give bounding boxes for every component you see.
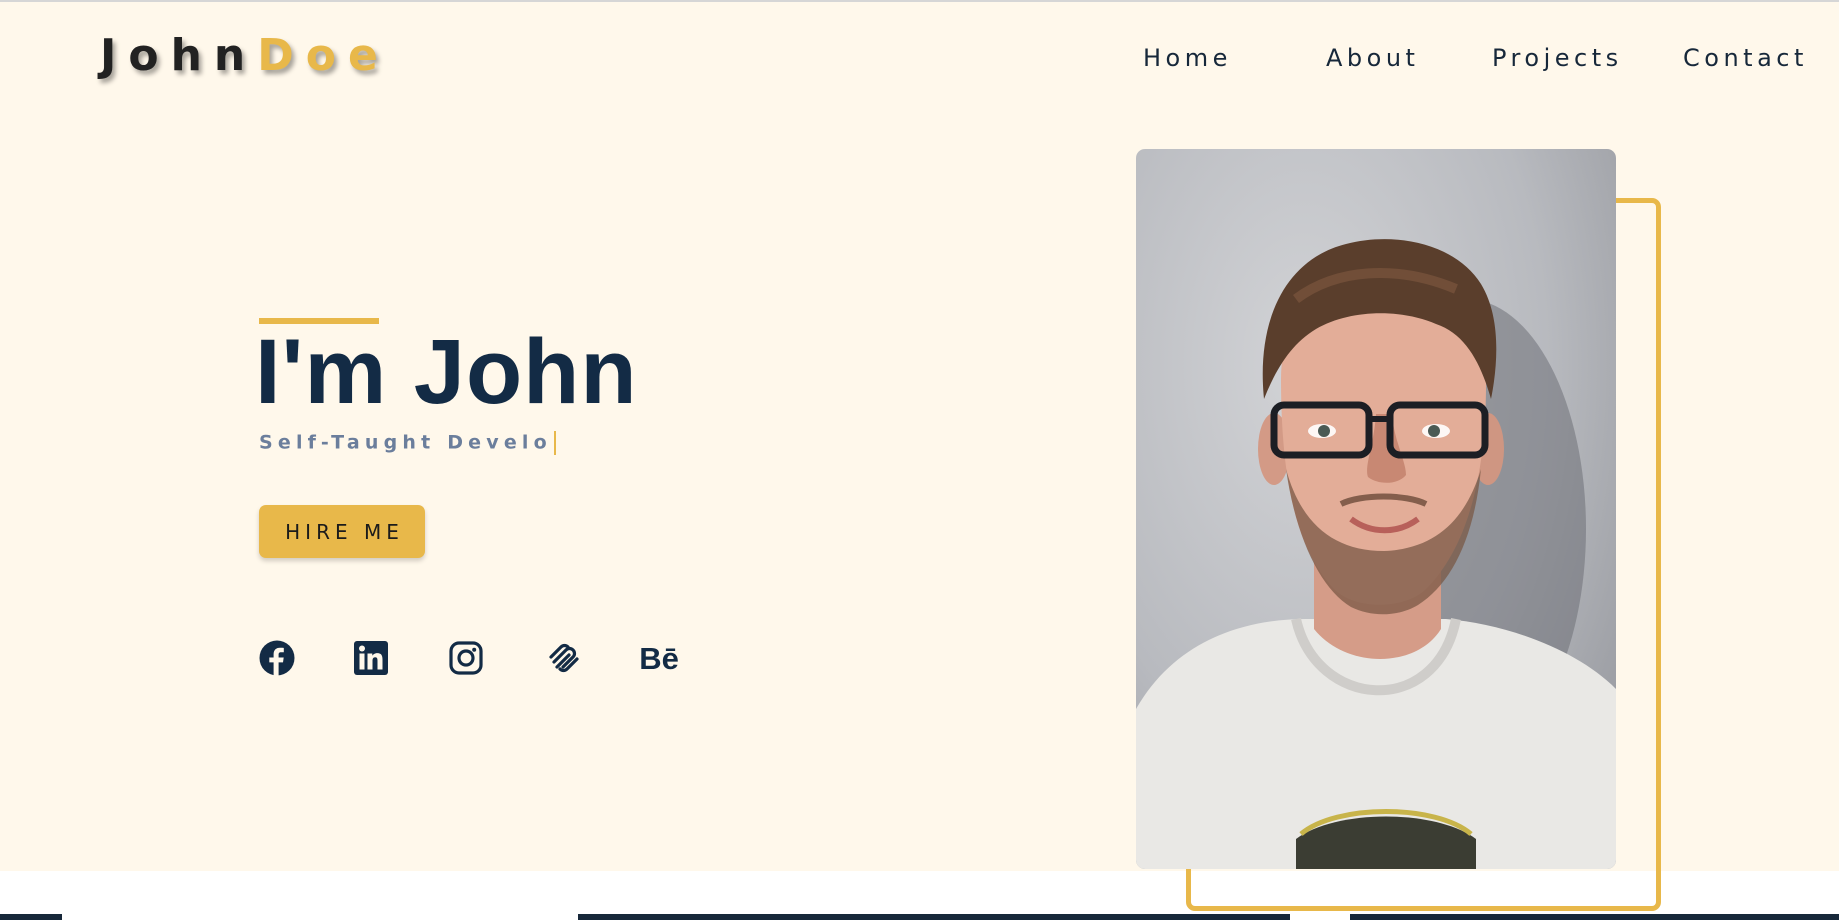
nav-contact-link[interactable]: Contact <box>1683 44 1808 72</box>
nav-home-link[interactable]: Home <box>1143 44 1232 72</box>
logo-last-name: Doe <box>257 30 390 81</box>
hero-subtitle: Self-Taught Develo <box>259 431 556 455</box>
logo-first-name: John <box>100 30 258 81</box>
site-logo[interactable]: JohnDoe <box>100 30 390 81</box>
facebook-icon[interactable] <box>259 640 295 676</box>
typing-cursor <box>553 431 556 455</box>
profile-photo <box>1136 149 1616 869</box>
nav-about-link[interactable]: About <box>1326 44 1419 72</box>
portrait-illustration <box>1136 239 1616 869</box>
instagram-icon[interactable] <box>448 640 484 676</box>
behance-label: Bē <box>639 640 679 676</box>
linkedin-icon[interactable] <box>353 640 389 676</box>
behance-icon[interactable]: Bē <box>639 640 679 676</box>
nav-projects-link[interactable]: Projects <box>1492 44 1623 72</box>
squarespace-icon[interactable] <box>546 640 582 676</box>
hire-me-button[interactable]: HIRE ME <box>259 505 425 558</box>
typed-subtitle-text: Self-Taught Develo <box>259 431 552 454</box>
next-section-bar-segment <box>62 914 578 920</box>
hero-title: I'm John <box>255 321 638 423</box>
next-section-bar-segment <box>1290 914 1350 920</box>
